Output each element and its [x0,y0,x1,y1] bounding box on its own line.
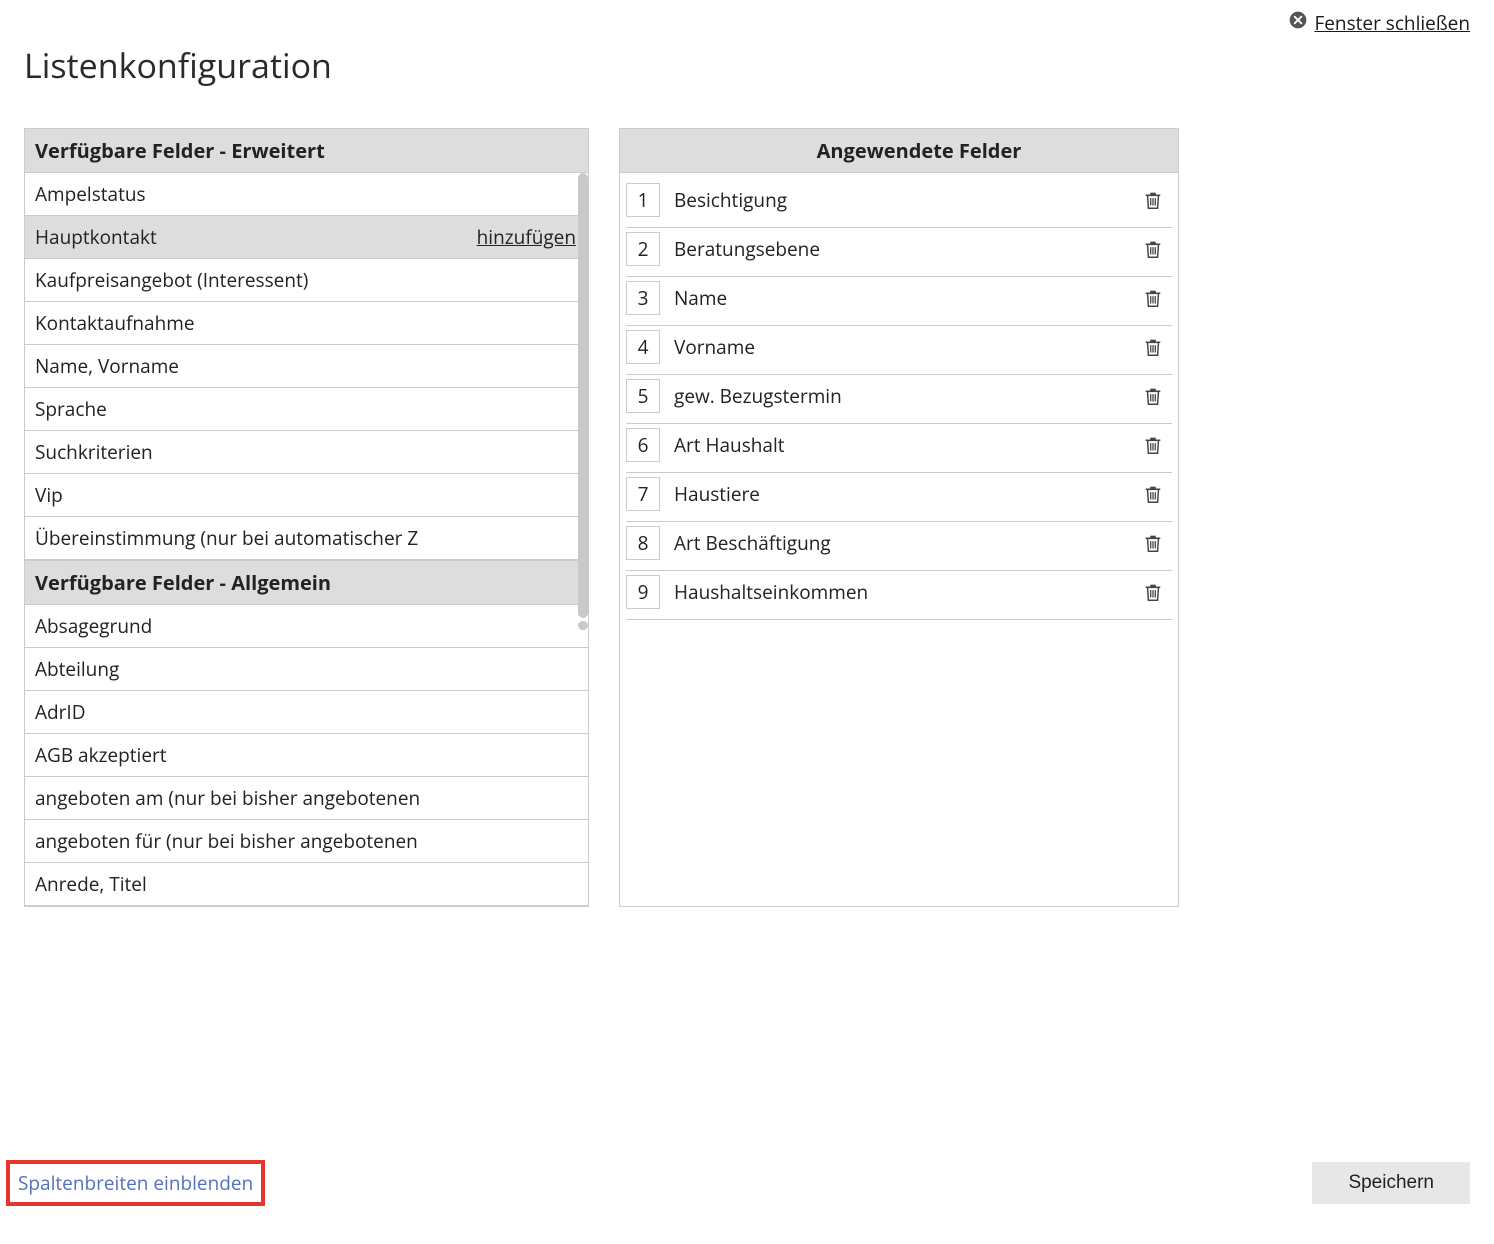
scrollbar-thumb[interactable] [578,173,588,618]
order-input[interactable]: 5 [626,379,660,413]
scrollbar-thumb[interactable] [578,621,588,630]
available-field-row[interactable]: Übereinstimmung (nur bei automatischer Z [25,517,588,560]
available-field-label: Kontaktaufnahme [35,310,195,336]
applied-field-label: Vorname [670,334,1128,360]
available-field-label: Hauptkontakt [35,224,157,250]
order-input[interactable]: 3 [626,281,660,315]
applied-field-row[interactable]: 4 Vorname [626,326,1172,375]
available-field-label: Abteilung [35,656,119,682]
close-window-label: Fenster schließen [1314,10,1470,36]
order-input[interactable]: 7 [626,477,660,511]
trash-icon[interactable] [1138,434,1168,456]
close-window-link[interactable]: Fenster schließen [1288,10,1470,36]
applied-header: Angewendete Felder [620,129,1178,173]
applied-field-label: Besichtigung [670,187,1128,213]
applied-field-label: gew. Bezugstermin [670,383,1128,409]
close-icon [1288,10,1308,36]
available-field-row[interactable]: Abteilung [25,648,588,691]
page-title: Listenkonfiguration [24,42,1470,88]
order-input[interactable]: 8 [626,526,660,560]
available-field-label: Name, Vorname [35,353,179,379]
available-field-label: angeboten für (nur bei bisher angebotene… [35,828,418,854]
applied-field-row[interactable]: 3 Name [626,277,1172,326]
available-general-header: Verfügbare Felder - Allgemein [25,560,588,605]
applied-field-label: Art Beschäftigung [670,530,1128,556]
available-field-row[interactable]: Ampelstatus [25,173,588,216]
trash-icon[interactable] [1138,238,1168,260]
applied-field-label: Haushaltseinkommen [670,579,1128,605]
scrollbar[interactable] [578,173,588,906]
available-field-row[interactable]: AdrID [25,691,588,734]
available-field-row[interactable]: Anrede, Titel [25,863,588,906]
available-fields-panel: Verfügbare Felder - Erweitert Ampelstatu… [24,128,589,907]
applied-fields-panel: Angewendete Felder 1 Besichtigung 2 Beratun… [619,128,1179,907]
available-field-label: Suchkriterien [35,439,153,465]
applied-field-label: Haustiere [670,481,1128,507]
available-field-label: Vip [35,482,63,508]
add-field-link[interactable]: hinzufügen [477,224,576,250]
available-field-row[interactable]: Suchkriterien [25,431,588,474]
trash-icon[interactable] [1138,532,1168,554]
available-field-label: AdrID [35,699,86,725]
available-field-row[interactable]: Absagegrund [25,605,588,648]
applied-field-label: Beratungsebene [670,236,1128,262]
available-field-label: AGB akzeptiert [35,742,167,768]
applied-field-row[interactable]: 2 Beratungsebene [626,228,1172,277]
available-field-label: Anrede, Titel [35,871,147,897]
available-field-label: Kaufpreisangebot (Interessent) [35,267,308,293]
available-field-row[interactable]: angeboten am (nur bei bisher angebotenen [25,777,588,820]
save-button[interactable]: Speichern [1312,1162,1470,1204]
available-field-row[interactable]: Hauptkontakt hinzufügen [25,216,588,259]
applied-field-row[interactable]: 5 gew. Bezugstermin [626,375,1172,424]
available-field-row[interactable]: AGB akzeptiert [25,734,588,777]
order-input[interactable]: 6 [626,428,660,462]
applied-field-row[interactable]: 7 Haustiere [626,473,1172,522]
trash-icon[interactable] [1138,483,1168,505]
order-input[interactable]: 4 [626,330,660,364]
order-input[interactable]: 1 [626,183,660,217]
available-extended-header: Verfügbare Felder - Erweitert [25,129,588,173]
trash-icon[interactable] [1138,287,1168,309]
available-field-row[interactable]: Vip [25,474,588,517]
available-field-row[interactable]: Kaufpreisangebot (Interessent) [25,259,588,302]
trash-icon[interactable] [1138,581,1168,603]
available-field-label: Absagegrund [35,613,152,639]
available-field-row[interactable]: Kontaktaufnahme [25,302,588,345]
available-field-label: Ampelstatus [35,181,146,207]
show-column-widths-link[interactable]: Spaltenbreiten einblenden [18,1170,253,1196]
applied-field-label: Name [670,285,1128,311]
applied-field-row[interactable]: 6 Art Haushalt [626,424,1172,473]
trash-icon[interactable] [1138,336,1168,358]
order-input[interactable]: 9 [626,575,660,609]
available-field-row[interactable]: Name, Vorname [25,345,588,388]
show-column-widths-highlight: Spaltenbreiten einblenden [6,1160,265,1206]
trash-icon[interactable] [1138,189,1168,211]
order-input[interactable]: 2 [626,232,660,266]
applied-field-row[interactable]: 1 Besichtigung [626,179,1172,228]
available-field-label: Sprache [35,396,107,422]
available-field-label: Übereinstimmung (nur bei automatischer Z [35,525,418,551]
applied-field-label: Art Haushalt [670,432,1128,458]
available-field-label: angeboten am (nur bei bisher angebotenen [35,785,420,811]
available-field-row[interactable]: Sprache [25,388,588,431]
applied-field-row[interactable]: 8 Art Beschäftigung [626,522,1172,571]
applied-field-row[interactable]: 9 Haushaltseinkommen [626,571,1172,620]
available-field-row[interactable]: angeboten für (nur bei bisher angebotene… [25,820,588,863]
trash-icon[interactable] [1138,385,1168,407]
